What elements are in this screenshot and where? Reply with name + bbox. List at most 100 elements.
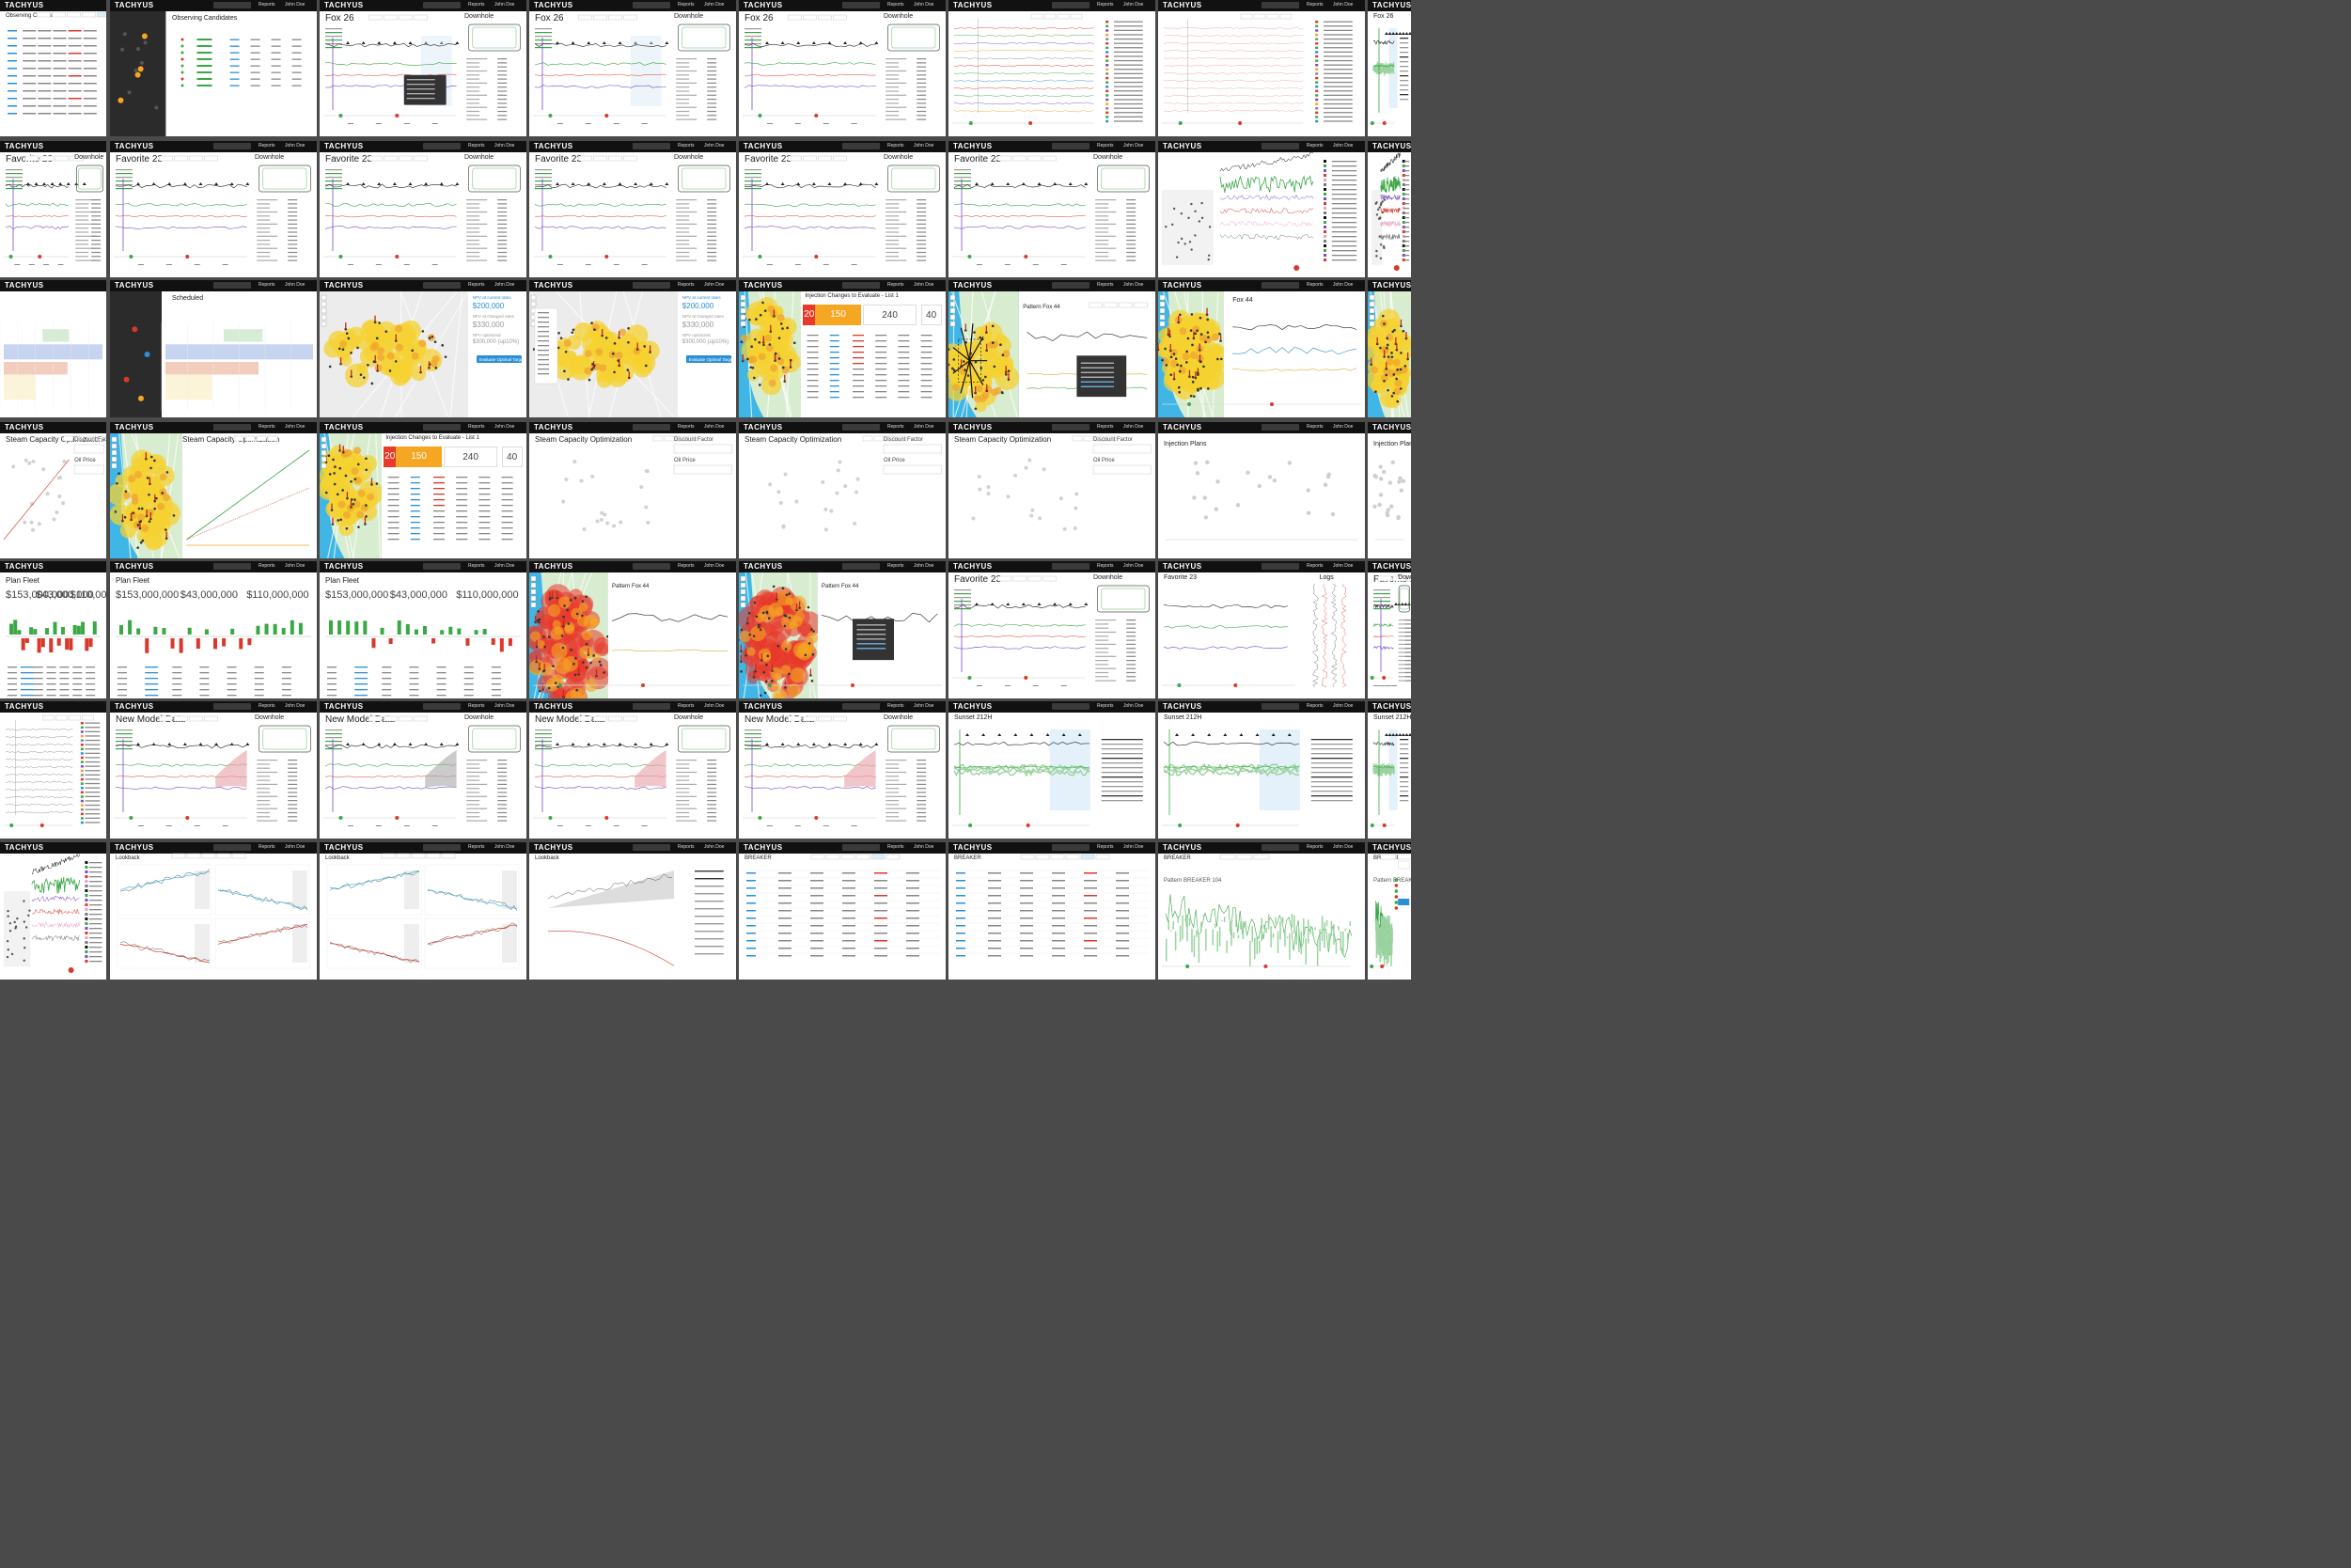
candidate-dot: [1379, 477, 1384, 481]
waterfall-bar: [13, 619, 18, 635]
tab-chip: [216, 853, 231, 859]
table-cell: [254, 695, 264, 697]
waterfall-bar: [81, 621, 86, 635]
nav-user[interactable]: John Doe: [285, 2, 305, 8]
candidate-dot: [1257, 483, 1262, 489]
pressure-line: [5, 226, 69, 229]
well-property-value: [707, 771, 717, 774]
candidate-dot: [1027, 458, 1032, 463]
table-cell: [807, 335, 819, 337]
table-cell: [456, 510, 468, 512]
well-property-value: [497, 247, 508, 249]
water-cut-line: [744, 62, 876, 66]
waterfall-bar: [92, 620, 97, 635]
injection-bar: [1177, 917, 1179, 923]
nav-link-reports[interactable]: Reports: [259, 282, 275, 288]
table-cell: [199, 666, 210, 668]
table-cell: [501, 522, 513, 524]
gantt-row: [4, 374, 36, 400]
parameter-line: [1101, 767, 1143, 769]
evaluate-targets-button[interactable]: Evaluate Optimal Targets: [685, 355, 736, 363]
table-cell: [874, 948, 887, 949]
legend-swatch: [1105, 116, 1109, 118]
well-property-line: [466, 94, 488, 96]
table-cell: [199, 689, 210, 691]
legend-label: [1403, 255, 1410, 257]
well-property-line: [1095, 635, 1109, 637]
legend-swatch: [1315, 119, 1319, 123]
table-cell: [327, 689, 337, 691]
injection-bar: [1232, 932, 1235, 938]
table-cell: [1084, 902, 1097, 904]
table-cell: [8, 666, 17, 668]
nav-link-reports[interactable]: Reports: [259, 2, 275, 8]
legend-swatch: [325, 32, 342, 34]
injection-line: [534, 214, 666, 218]
legend-swatch: [1105, 46, 1109, 50]
legend-swatch: [85, 927, 88, 930]
table-cell: [229, 78, 240, 80]
table-cell: [20, 689, 34, 691]
axis-tick-label: [403, 825, 410, 826]
axis-tick-label: [375, 825, 382, 826]
oil-rate-line: [953, 604, 1086, 609]
legend-label: [1114, 81, 1143, 84]
table-cell: [810, 933, 823, 934]
well-property-line: [676, 243, 690, 245]
legend-label: [1403, 212, 1410, 214]
screen-tile-fox26tip: TACHYUS Reports John Doe Fox 26 Downhole: [320, 0, 526, 136]
evaluate-targets-button[interactable]: Evaluate Optimal Targets: [476, 355, 526, 363]
annotation-arrow: [981, 733, 986, 736]
screen-tile-fox44map: TACHYUS Reports John Doe Fox 44: [1158, 280, 1365, 417]
well-property-value: [497, 203, 508, 205]
axis-tick-label: [823, 264, 829, 265]
legend-label: [1324, 47, 1353, 49]
table-cell: [501, 488, 513, 490]
legend-swatch: [1315, 72, 1319, 75]
candidate-dot: [1029, 513, 1034, 518]
parameter-line: [1310, 762, 1353, 764]
table-cell: [354, 689, 368, 691]
table-cell: [920, 397, 933, 399]
table-cell: [778, 887, 792, 889]
annotation-arrow: [455, 41, 460, 44]
well-dot: [1188, 241, 1192, 243]
well-property-value: [707, 240, 717, 242]
annotation-arrow: [439, 743, 444, 745]
search-input[interactable]: [1262, 143, 1299, 149]
table-cell: [410, 527, 420, 529]
well-property-line: [886, 199, 907, 201]
legend-swatch: [1105, 64, 1109, 67]
nav-user[interactable]: John Doe: [285, 282, 305, 288]
waterfall-bar: [508, 638, 512, 647]
parameter-line: [1101, 800, 1143, 802]
water-cut-line: [1372, 622, 1394, 628]
well-property-line: [676, 110, 690, 113]
well-property-value: [707, 82, 717, 84]
well-property-line: [676, 783, 697, 785]
search-input[interactable]: [213, 282, 251, 289]
table-cell: [842, 895, 855, 897]
pattern-chart: [533, 613, 732, 687]
well-property-value: [288, 788, 298, 790]
gantt-row: [165, 362, 259, 375]
heat-core: [1381, 345, 1389, 353]
nav-user[interactable]: John Doe: [1333, 143, 1353, 149]
candidate-dot: [1030, 508, 1035, 512]
legend-swatch: [325, 748, 342, 750]
legend-swatch: [80, 744, 84, 746]
table-cell: [271, 65, 281, 67]
table-cell: [842, 917, 855, 919]
legend-label: [88, 900, 102, 902]
table-cell: [853, 335, 864, 337]
nav-link-reports[interactable]: Reports: [1307, 143, 1324, 149]
well-property-value: [497, 240, 508, 242]
parameter-line: [1101, 786, 1143, 788]
search-input[interactable]: [213, 2, 251, 8]
table-cell: [898, 352, 910, 353]
well-property-value: [91, 259, 102, 261]
candidate-dot: [1377, 502, 1382, 508]
candidate-scatter: [1372, 460, 1406, 541]
screen-tile-fav: TACHYUS Reports John Doe Favorite 23 Downhol…: [948, 141, 1155, 277]
tab-chip: [818, 715, 832, 722]
